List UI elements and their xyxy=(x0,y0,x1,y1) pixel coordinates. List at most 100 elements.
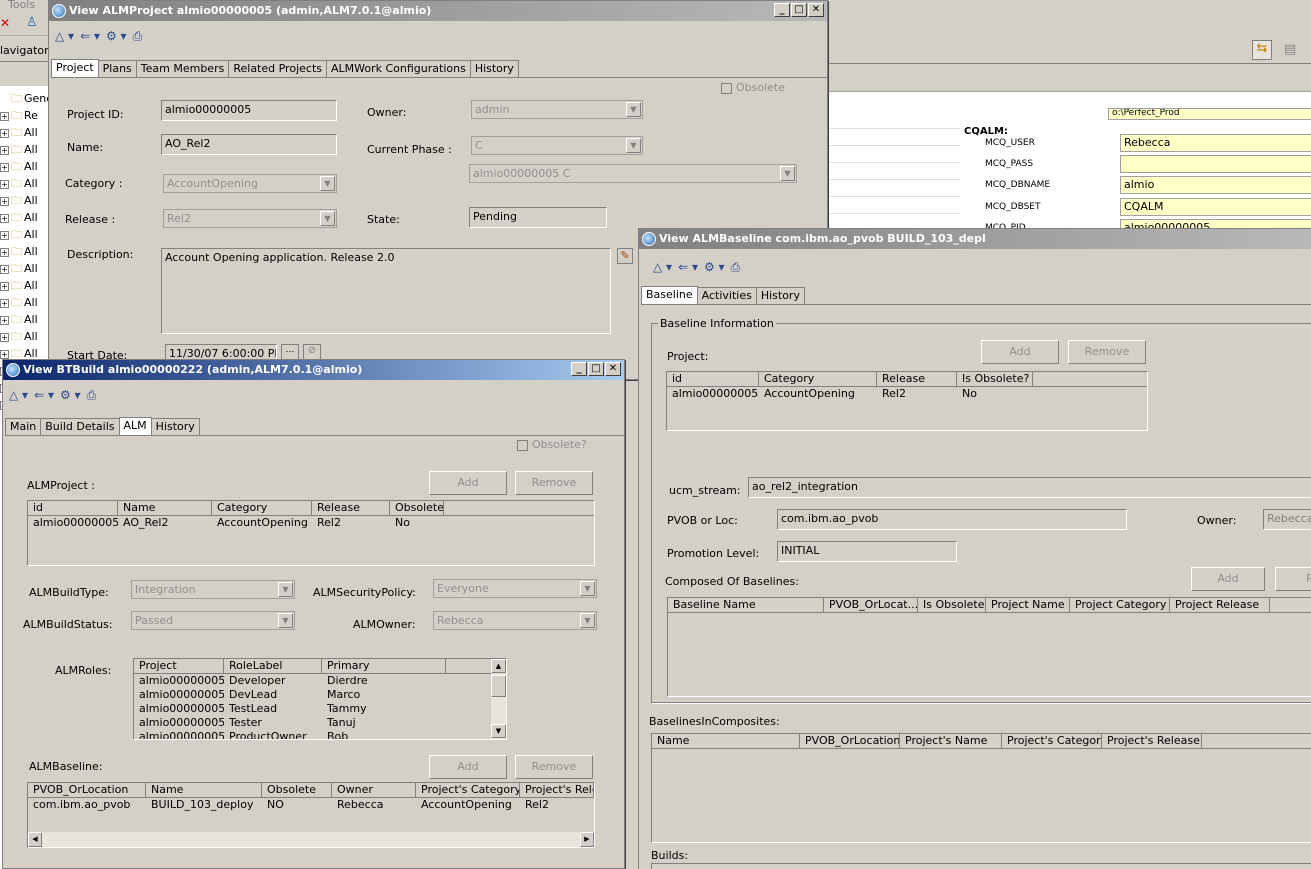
promotion-field[interactable]: INITIAL xyxy=(777,541,957,562)
tree-item[interactable]: +🗀All xyxy=(0,124,38,140)
column-header[interactable]: Obsolete xyxy=(262,783,332,797)
expand-icon[interactable]: + xyxy=(0,180,9,189)
buildstatus-combo[interactable]: Passed ▼ xyxy=(131,611,295,630)
tab-project[interactable]: Project xyxy=(51,59,99,77)
menu-tools[interactable]: Tools xyxy=(8,0,35,11)
expand-icon[interactable] xyxy=(0,93,9,102)
expand-icon[interactable]: + xyxy=(0,265,9,274)
tree-item[interactable]: +🗀All xyxy=(0,260,38,276)
baseline-hscrollbar[interactable]: ◀ ▶ xyxy=(28,832,594,847)
close-button[interactable]: ✕ xyxy=(605,362,621,376)
tab-alm[interactable]: ALM xyxy=(118,417,152,435)
gears-icon[interactable]: ⚙ ▾ xyxy=(60,388,81,403)
tab-history[interactable]: History xyxy=(755,287,805,304)
column-header[interactable]: Project's Release xyxy=(1102,734,1202,748)
add-baseline-button[interactable]: Add xyxy=(429,755,507,779)
column-header[interactable]: Is Obsolete? xyxy=(957,372,1033,386)
table-row[interactable]: almio00000005 ProductOwner Bob xyxy=(134,730,506,739)
add-project-button[interactable]: Add xyxy=(429,471,507,495)
category-combo[interactable]: AccountOpening ▼ xyxy=(163,174,337,193)
column-header[interactable]: Release xyxy=(877,372,957,386)
column-header[interactable]: Project xyxy=(134,659,224,673)
obsolete-checkbox[interactable]: Obsolete? xyxy=(517,438,587,451)
expand-icon[interactable]: + xyxy=(0,282,9,291)
column-header[interactable]: Project's Name xyxy=(900,734,1002,748)
tree-item[interactable]: +🗀All xyxy=(0,158,38,174)
column-header[interactable]: id xyxy=(28,501,118,515)
tree-item[interactable]: +🗀All xyxy=(0,192,38,208)
table-row[interactable]: almio00000005 TestLead Tammy xyxy=(134,702,506,716)
builds-table[interactable] xyxy=(651,863,1311,869)
ucm-stream-field[interactable]: ao_rel2_integration xyxy=(748,477,1311,498)
tab-activities[interactable]: Activities xyxy=(696,287,757,304)
tree-item[interactable]: +🗀All xyxy=(0,209,38,225)
tab-build-details[interactable]: Build Details xyxy=(40,418,120,435)
secpolicy-combo[interactable]: Everyone ▼ xyxy=(433,579,597,598)
table-row[interactable]: almio00000005 AO_Rel2 AccountOpening Rel2 No xyxy=(28,516,594,530)
column-header[interactable]: RoleLabel xyxy=(224,659,322,673)
tree-item[interactable]: +🗀All xyxy=(0,226,38,242)
column-header[interactable]: Release xyxy=(312,501,390,515)
prop-value[interactable]: almio xyxy=(1120,176,1311,195)
table-row[interactable]: almio00000005 Developer Dierdre xyxy=(134,674,506,688)
gears-icon[interactable]: ⚙ ▾ xyxy=(106,29,127,44)
tree-item[interactable]: +🗀All xyxy=(0,311,38,327)
column-header[interactable]: Primary xyxy=(322,659,446,673)
person-icon[interactable]: ♙ xyxy=(26,15,38,30)
table-row[interactable]: almio00000005 Tester Tanuj xyxy=(134,716,506,730)
column-header[interactable]: Name xyxy=(146,783,262,797)
column-header[interactable]: PVOB_OrLocation xyxy=(800,734,900,748)
tree-item[interactable]: +🗀All xyxy=(0,175,38,191)
maximize-button[interactable]: □ xyxy=(588,362,604,376)
expand-icon[interactable]: + xyxy=(0,112,9,121)
prop-value[interactable]: CQALM xyxy=(1120,197,1311,216)
minimize-button[interactable]: _ xyxy=(774,3,790,17)
expand-icon[interactable]: + xyxy=(0,214,9,223)
project-id-field[interactable]: almio00000005 xyxy=(161,100,337,121)
column-header[interactable]: Owner xyxy=(332,783,416,797)
column-header[interactable]: Project's Relea xyxy=(520,783,594,797)
expand-icon[interactable]: + xyxy=(0,350,9,359)
baseline-window-titlebar[interactable]: View ALMBaseline com.ibm.ao_pvob BUILD_1… xyxy=(639,229,1311,249)
state-field[interactable]: Pending xyxy=(469,207,607,228)
tab-related-projects[interactable]: Related Projects xyxy=(228,60,327,77)
owner-field[interactable]: Rebecca xyxy=(1263,509,1311,530)
close-button[interactable]: ✕ xyxy=(808,3,824,17)
actions-icon[interactable]: ⇐ ▾ xyxy=(80,29,100,44)
expand-icon[interactable]: + xyxy=(0,231,9,240)
expand-icon[interactable]: + xyxy=(0,146,9,155)
column-header[interactable]: Project's Category xyxy=(1002,734,1102,748)
composed-table[interactable]: Baseline Name PVOB_OrLocat... Is Obsolete P… xyxy=(667,597,1311,697)
remove-composed-button[interactable]: Rem xyxy=(1275,567,1311,591)
alert-icon[interactable]: △ ▾ xyxy=(9,388,28,403)
add-composed-button[interactable]: Add xyxy=(1191,567,1265,591)
column-header[interactable]: Category xyxy=(212,501,312,515)
actions-icon[interactable]: ⇐ ▾ xyxy=(34,388,54,403)
edit-pencil-icon[interactable]: ✎ xyxy=(617,248,633,264)
tab-plans[interactable]: Plans xyxy=(97,60,137,77)
tree-item[interactable]: +🗀All xyxy=(0,294,38,310)
close-icon[interactable]: ✕ xyxy=(0,16,10,30)
in-composites-table[interactable]: Name PVOB_OrLocation Project's Name Project… xyxy=(651,733,1311,843)
column-header[interactable]: PVOB_OrLocat... xyxy=(824,598,918,612)
table-row[interactable]: com.ibm.ao_pvob BUILD_103_deploy NO Rebecca… xyxy=(28,798,594,812)
layout-icon[interactable]: ▤ xyxy=(1284,42,1296,57)
column-header[interactable]: Project Name xyxy=(986,598,1070,612)
column-header[interactable]: Project Release xyxy=(1170,598,1270,612)
sync-icon[interactable]: ⇆ xyxy=(1252,40,1272,60)
tab-almwork-configurations[interactable]: ALMWork Configurations xyxy=(325,60,471,77)
maximize-button[interactable]: □ xyxy=(791,3,807,17)
expand-icon[interactable]: + xyxy=(0,129,9,138)
expand-icon[interactable]: + xyxy=(0,299,9,308)
baseline-project-table[interactable]: id Category Release Is Obsolete? almio000000… xyxy=(666,371,1148,431)
column-header[interactable]: PVOB_OrLocation xyxy=(28,783,146,797)
actions-icon[interactable]: ⇐ ▾ xyxy=(678,260,698,275)
almproject-table[interactable]: id Name Category Release Obsolete almio000000… xyxy=(27,500,595,566)
alert-icon[interactable]: △ ▾ xyxy=(55,29,74,44)
print-icon[interactable]: ⎙ xyxy=(731,260,741,275)
expand-icon[interactable]: + xyxy=(0,197,9,206)
column-header[interactable]: Obsolete xyxy=(390,501,444,515)
phase-detail-combo[interactable]: almio00000005 C ▼ xyxy=(469,164,797,183)
print-icon[interactable]: ⎙ xyxy=(87,388,97,403)
tree-item[interactable]: +🗀All xyxy=(0,141,38,157)
